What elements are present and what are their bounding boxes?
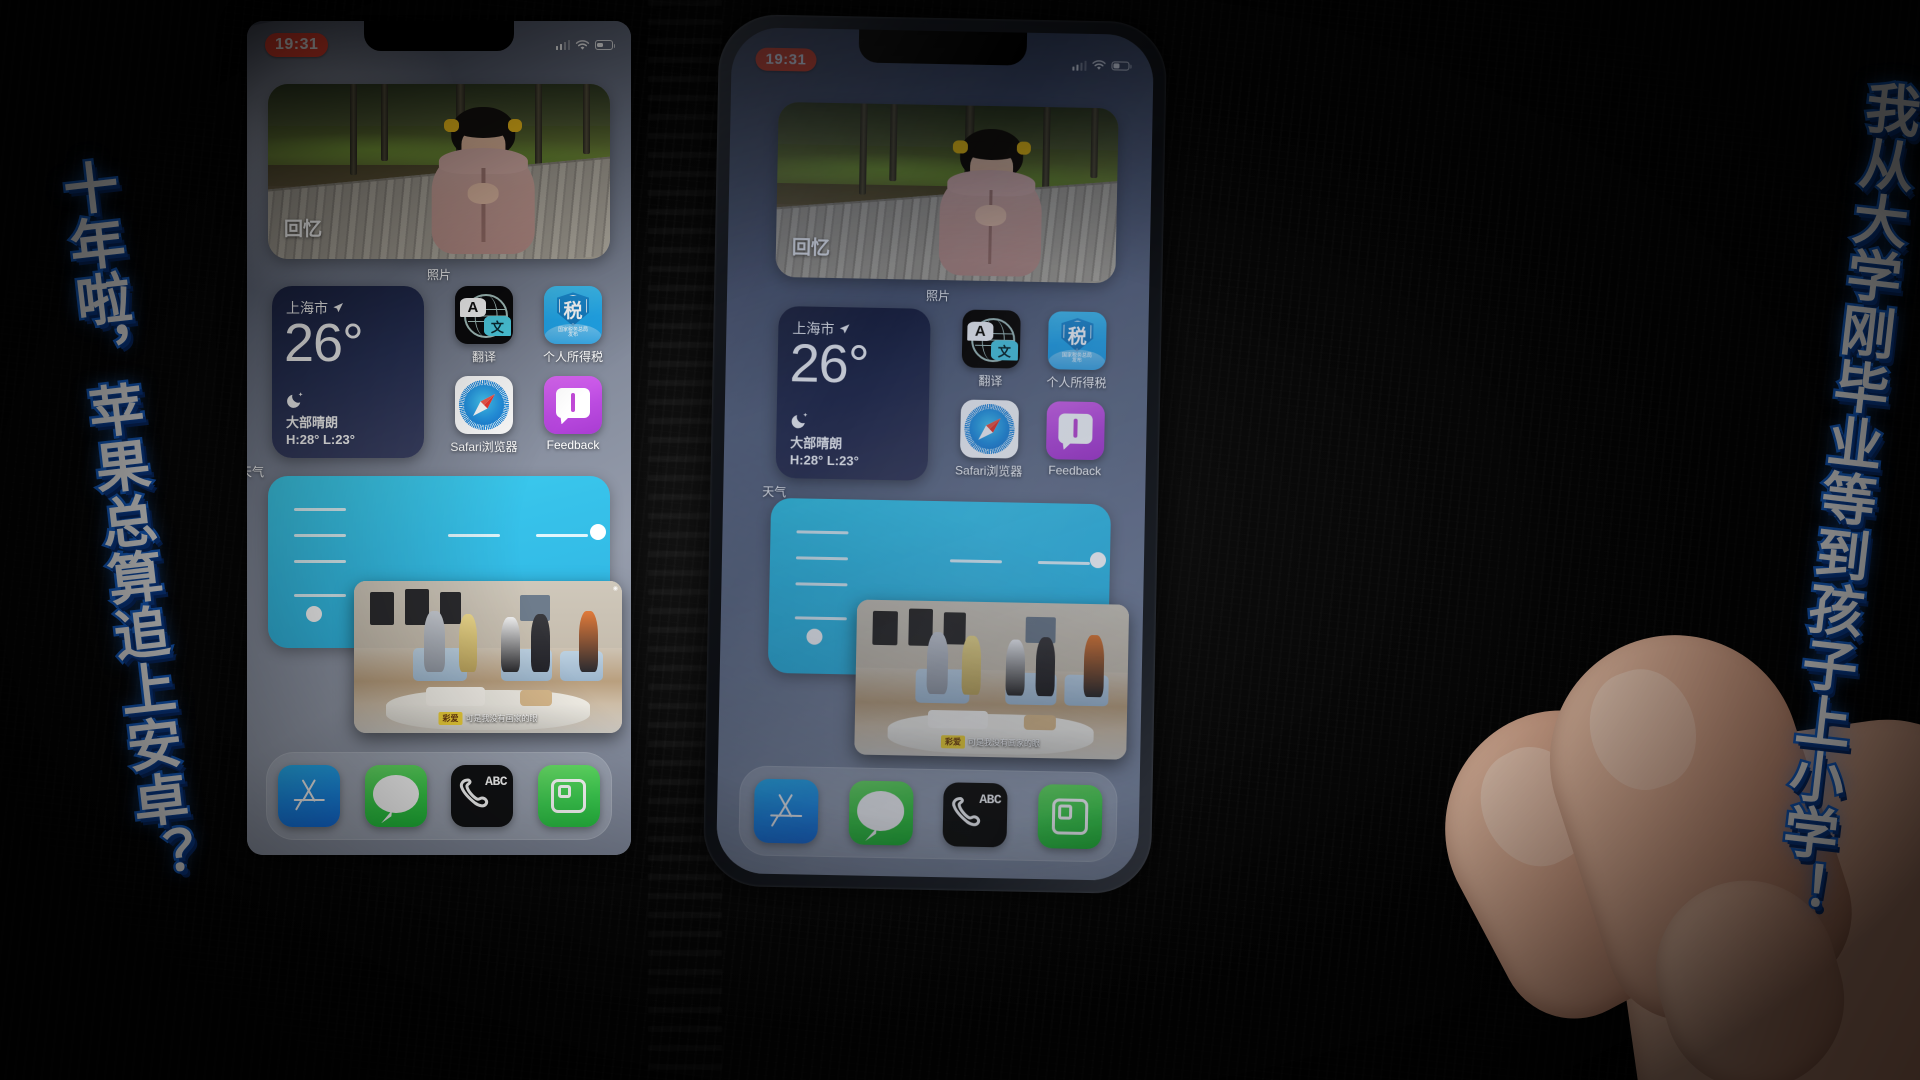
photos-widget[interactable]: 回忆: [268, 84, 610, 259]
moon-stars-icon: [287, 392, 303, 408]
weather-high-low: H:28° L:23°: [286, 432, 355, 447]
app-feedback[interactable]: Feedback: [544, 376, 602, 452]
tax-shield-icon: 税 国家税务总局 发布: [544, 286, 602, 344]
messages-icon[interactable]: [364, 765, 427, 827]
tax-sub-line2: 发布: [567, 332, 578, 339]
weather-widget[interactable]: 上海市 26° 大部晴朗 H:28° L:23°: [272, 286, 424, 458]
app-safari[interactable]: Safari浏览器: [450, 376, 518, 454]
app-translate[interactable]: A 文 翻译: [455, 286, 513, 364]
feedback-bubble-icon: [544, 376, 602, 434]
pip-subtitle-text: 可是我没有画家的眼: [465, 714, 538, 724]
scanner-icon[interactable]: [537, 765, 600, 827]
app-label-safari: Safari浏览器: [450, 440, 518, 454]
screenshot-stage: 19:31 回忆 照片 上海市 26° 大部晴朗 H:28° L:23° 气 A…: [0, 0, 1920, 1080]
notch: [364, 21, 514, 51]
translate-bubble-a: A: [459, 297, 487, 318]
pip-video-player[interactable]: 彩爱 可是我没有画家的眼 ◉: [354, 581, 622, 733]
weather-temperature: 26°: [284, 313, 364, 373]
left-phone-screen-capture: 19:31 回忆 照片 上海市 26° 大部晴朗 H:28° L:23° 气 A…: [247, 21, 631, 855]
dock: ABC: [266, 752, 612, 840]
app-label-tax: 个人所得税: [542, 350, 603, 364]
weather-condition: 大部晴朗: [286, 415, 339, 430]
photos-memories-label: 回忆: [284, 219, 323, 240]
pip-watermark: ◉: [612, 586, 618, 592]
pip-subtitle: 彩爱 可是我没有画家的眼: [438, 712, 538, 726]
appstore-icon[interactable]: [278, 765, 341, 827]
safari-compass-icon: [455, 376, 513, 434]
app-label-feedback: Feedback: [546, 438, 600, 452]
translate-bubble-b: 文: [484, 316, 511, 336]
photos-widget-label: 照片: [426, 268, 451, 282]
app-personal-income-tax[interactable]: 税 国家税务总局 发布 个人所得税: [543, 286, 603, 364]
pip-subtitle-tag: 彩爱: [438, 712, 463, 726]
right-phone-device: 19:31: [702, 13, 1168, 895]
phone-abc-glyph: ABC: [485, 773, 508, 789]
app-label-translate: 翻译: [471, 350, 496, 364]
phone-abc-icon[interactable]: ABC: [451, 765, 514, 827]
translate-icon: A 文: [455, 286, 513, 344]
right-phone-screen: 19:31: [715, 27, 1155, 881]
